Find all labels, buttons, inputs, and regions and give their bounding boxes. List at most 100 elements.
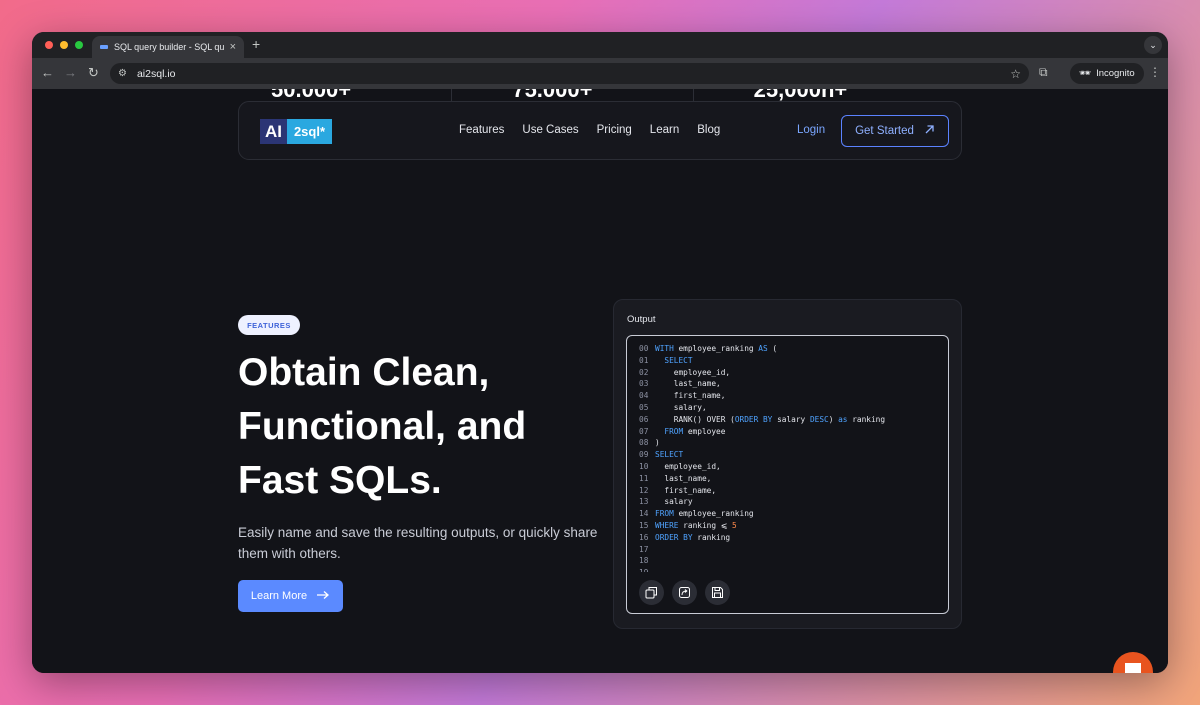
chat-widget-button[interactable] <box>1113 652 1153 673</box>
extensions-icon[interactable]: ⧉ <box>1039 65 1048 80</box>
code-text: first_name, <box>655 485 717 495</box>
back-icon[interactable]: ← <box>41 65 54 80</box>
get-started-button[interactable]: Get Started <box>841 115 949 147</box>
share-icon[interactable] <box>672 580 697 605</box>
code-line: 16 ORDER BY ranking <box>627 533 948 545</box>
tab-title: SQL query builder - SQL quer <box>114 42 224 52</box>
code-line: 04 first_name, <box>627 391 948 403</box>
code-text: salary <box>655 497 693 507</box>
favicon-icon <box>100 45 108 49</box>
headline-line: Fast SQLs. <box>238 459 442 502</box>
url-text: ai2sql.io <box>136 67 176 80</box>
line-number: 19 <box>627 568 655 572</box>
browser-tab[interactable]: SQL query builder - SQL quer × <box>92 36 244 58</box>
arrow-up-right-icon <box>924 124 935 138</box>
incognito-icon: 🕶 <box>1079 68 1092 79</box>
copy-icon[interactable] <box>639 580 664 605</box>
code-line: 11 last_name, <box>627 474 948 486</box>
reload-icon[interactable]: ↻ <box>88 65 99 81</box>
code-text: salary, <box>655 402 707 412</box>
code-text: last_name, <box>655 379 721 389</box>
nav-link-use-cases[interactable]: Use Cases <box>522 124 578 136</box>
code-line: 14 FROM employee_ranking <box>627 509 948 521</box>
line-number: 00 <box>639 344 649 353</box>
line-number: 11 <box>639 473 649 483</box>
tab-strip: SQL query builder - SQL quer × + ⌄ <box>32 32 1168 58</box>
incognito-badge[interactable]: 🕶 Incognito <box>1070 63 1144 84</box>
nav-link-pricing[interactable]: Pricing <box>597 124 632 136</box>
code-block: 00 WITH employee_ranking AS (01 SELECT 02 … <box>627 344 948 572</box>
line-number: 13 <box>639 497 649 507</box>
line-number: 03 <box>639 379 649 389</box>
code-text: employee_id, <box>655 461 721 471</box>
line-number: 04 <box>639 391 649 401</box>
line-number: 18 <box>639 556 649 566</box>
new-tab-icon[interactable]: + <box>252 36 260 52</box>
close-tab-icon[interactable]: × <box>230 41 236 53</box>
code-line: 03 last_name, <box>627 379 948 391</box>
line-number: 16 <box>639 532 649 542</box>
line-number: 17 <box>639 544 649 554</box>
code-line: 08) <box>627 438 948 450</box>
sql-output-editor[interactable]: 00 WITH employee_ranking AS (01 SELECT 02 … <box>626 335 949 614</box>
browser-window: SQL query builder - SQL quer × + ⌄ ← → ↻… <box>32 32 1168 673</box>
line-number: 14 <box>639 509 649 519</box>
code-text: SELECT <box>655 450 684 460</box>
line-number: 01 <box>639 355 649 365</box>
incognito-label: Incognito <box>1096 68 1135 79</box>
line-number: 05 <box>639 402 649 412</box>
learn-more-label: Learn More <box>250 590 308 602</box>
nav-link-blog[interactable]: Blog <box>697 124 720 136</box>
code-line: 05 salary, <box>627 403 948 415</box>
code-line: 12 first_name, <box>627 486 948 498</box>
line-number: 08 <box>639 438 649 448</box>
code-line: 07 FROM employee <box>627 427 948 439</box>
code-line: 06 RANK() OVER (ORDER BY salary DESC) as… <box>627 415 948 427</box>
nav-link-learn[interactable]: Learn <box>650 124 679 136</box>
learn-more-button[interactable]: Learn More <box>238 580 343 612</box>
code-line: 17 <box>627 545 948 557</box>
code-line: 01 SELECT <box>627 356 948 368</box>
stat-divider <box>451 89 453 101</box>
logo-2sql: 2sql* <box>287 119 332 144</box>
code-line: 18 <box>627 556 948 568</box>
tab-search-icon[interactable]: ⌄ <box>1144 36 1162 54</box>
hero-description: Easily name and save the resulting outpu… <box>238 525 598 561</box>
headline-line: Functional, and <box>238 405 527 448</box>
editor-tools <box>639 580 730 605</box>
code-line: 02 employee_id, <box>627 368 948 380</box>
menu-icon[interactable]: ⋮ <box>1149 65 1161 79</box>
chat-bubble-icon <box>1123 661 1143 673</box>
maximize-window-button[interactable] <box>75 41 83 49</box>
code-text: first_name, <box>655 391 726 401</box>
code-text: FROM employee_ranking <box>655 509 754 519</box>
minimize-window-button[interactable] <box>60 41 68 49</box>
site-settings-icon[interactable]: ⚙ <box>118 68 127 79</box>
nav-links: Features Use Cases Pricing Learn Blog <box>459 124 738 136</box>
code-line: 13 salary <box>627 497 948 509</box>
code-text: last_name, <box>655 473 712 483</box>
logo-ai: AI <box>260 119 287 144</box>
close-window-button[interactable] <box>45 41 53 49</box>
save-icon[interactable] <box>705 580 730 605</box>
forward-icon[interactable]: → <box>64 65 77 80</box>
bookmark-star-icon[interactable]: ☆ <box>1010 67 1021 81</box>
stat-divider <box>692 89 694 101</box>
site-logo[interactable]: AI 2sql* <box>260 119 332 144</box>
code-text: FROM employee <box>664 426 726 436</box>
output-card: Output 00 WITH employee_ranking AS (01 SE… <box>613 299 962 629</box>
headline-line: Obtain Clean, <box>238 351 490 394</box>
features-badge: FEATURES <box>238 315 300 335</box>
login-link[interactable]: Login <box>797 124 825 136</box>
output-label: Output <box>627 314 656 325</box>
address-bar[interactable]: ⚙ ai2sql.io ☆ <box>110 63 1029 84</box>
nav-link-features[interactable]: Features <box>459 124 504 136</box>
hero-headline: Obtain Clean, Functional, and Fast SQLs. <box>238 346 598 508</box>
code-line: 09 SELECT <box>627 450 948 462</box>
line-number: 06 <box>639 414 649 424</box>
code-text: ORDER BY ranking <box>655 532 731 542</box>
code-line: 15 WHERE ranking ⩽ 5 <box>627 521 948 533</box>
browser-toolbar: ← → ↻ ⚙ ai2sql.io ☆ ⧉ 🕶 Incognito ⋮ <box>32 58 1168 89</box>
code-text: ) <box>655 438 660 448</box>
line-number: 09 <box>639 450 649 460</box>
